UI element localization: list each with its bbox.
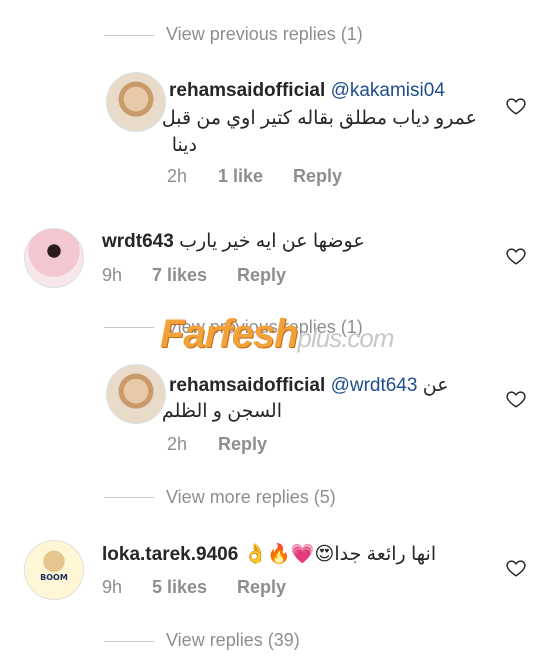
comment-text: انها رائعة جدا😍💗🔥👌	[244, 543, 437, 565]
username-link[interactable]: loka.tarek.9406	[102, 544, 238, 565]
timestamp: 2h	[167, 166, 188, 186]
heart-icon[interactable]	[505, 245, 527, 267]
avatar[interactable]: BOOM	[24, 540, 84, 600]
replies-divider	[104, 35, 154, 36]
heart-icon[interactable]	[505, 95, 527, 117]
view-more-replies-link[interactable]: View more replies (5)	[166, 487, 336, 508]
likes-count-link[interactable]: 5 likes	[152, 577, 207, 598]
username-link[interactable]: rehamsaidofficial	[169, 375, 325, 396]
view-previous-replies-link[interactable]: View previous replies (1)	[166, 24, 363, 45]
replies-divider	[104, 641, 154, 642]
reply-header: rehamsaidofficial @kakamisi04	[169, 76, 445, 106]
replies-divider	[104, 327, 154, 328]
timestamp: 9h	[102, 265, 123, 285]
avatar[interactable]	[24, 228, 84, 288]
comment-text: عوضها عن ايه خير يارب	[179, 231, 365, 252]
comment-text: عمرو دياب مطلق بقاله كتير اوي من قبل	[161, 108, 477, 129]
comment-arabic-text: انها رائعة جدا	[334, 544, 437, 565]
view-replies-link[interactable]: View replies (39)	[166, 630, 300, 651]
comment-text-continued: السجن و الظلم	[161, 401, 282, 422]
comment-text-continued: دينا	[171, 135, 197, 156]
avatar[interactable]	[106, 364, 166, 424]
watermark-logo: Farfeshplus.com	[160, 312, 395, 356]
mention-link[interactable]: @wrdt643	[331, 375, 418, 396]
heart-icon[interactable]	[505, 388, 527, 410]
comment-header: wrdt643 عوضها عن ايه خير يارب	[102, 227, 365, 257]
username-link[interactable]: rehamsaidofficial	[169, 80, 325, 101]
emoji-sequence: 😍💗🔥👌	[243, 543, 335, 565]
mention-link[interactable]: @kakamisi04	[331, 80, 445, 101]
comment-text: عن	[422, 375, 449, 396]
timestamp: 2h	[167, 434, 188, 454]
reply-button[interactable]: Reply	[218, 434, 267, 455]
avatar-badge-text: BOOM	[40, 573, 68, 582]
timestamp: 9h	[102, 577, 123, 597]
avatar[interactable]	[106, 72, 166, 132]
heart-icon[interactable]	[505, 557, 527, 579]
likes-count-link[interactable]: 1 like	[218, 166, 263, 187]
likes-count-link[interactable]: 7 likes	[152, 265, 207, 286]
replies-divider	[104, 497, 154, 498]
comment-header: loka.tarek.9406 انها رائعة جدا😍💗🔥👌	[102, 539, 436, 570]
username-link[interactable]: wrdt643	[102, 231, 174, 252]
reply-button[interactable]: Reply	[237, 577, 286, 598]
reply-button[interactable]: Reply	[293, 166, 342, 187]
reply-button[interactable]: Reply	[237, 265, 286, 286]
